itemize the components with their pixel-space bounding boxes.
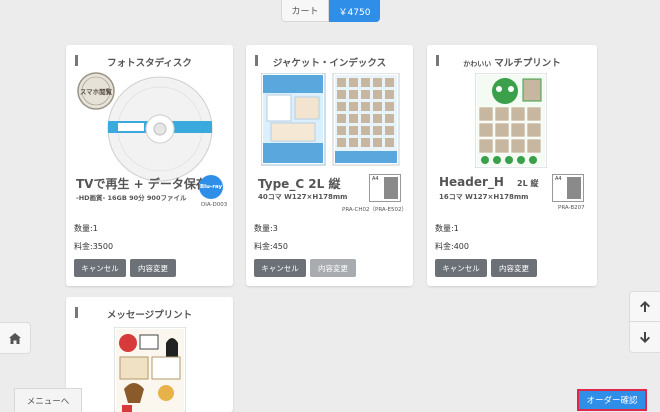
product-name: Header_H <box>439 175 504 189</box>
product-name: Type_C 2L 縦 <box>258 177 341 191</box>
order-card-jacket-index: ジャケット・インデックス Type_C 2L 縦 40コマ W127×H178m… <box>246 45 413 286</box>
home-button[interactable] <box>0 322 31 354</box>
home-icon <box>9 332 21 344</box>
cancel-button[interactable]: キャンセル <box>435 259 487 277</box>
paper-size-thumbnail: A4 <box>369 174 401 202</box>
card-title: ジャケット・インデックス <box>246 55 413 69</box>
smartphone-badge-label: スマホ閲覧 <box>80 87 113 96</box>
arrow-up-icon <box>640 301 650 312</box>
edit-content-button[interactable]: 内容変更 <box>130 259 176 277</box>
bluray-logo: Blu-ray <box>199 175 223 199</box>
cancel-button[interactable]: キャンセル <box>74 259 126 277</box>
product-code: PRA-B207 <box>558 205 585 211</box>
order-confirm-button[interactable]: オーダー確認 <box>577 389 647 411</box>
quantity: 数量:1 <box>74 224 98 233</box>
paper-size-label: A4 <box>555 176 562 182</box>
arrow-down-icon <box>640 331 650 343</box>
edit-content-button[interactable]: 内容変更 <box>310 259 356 277</box>
paper-size-label: A4 <box>372 176 379 182</box>
product-size: 2L 縦 <box>517 179 539 188</box>
disc-image: スマホ閲覧 <box>77 72 213 182</box>
price: 料金:3500 <box>74 242 114 251</box>
multi-print-preview-image <box>475 73 547 168</box>
scroll-down-button[interactable] <box>629 322 660 353</box>
product-name: TVで再生 + データ保存 <box>76 177 208 191</box>
product-spec: 16コマ W127×H178mm <box>439 193 529 201</box>
card-title: メッセージプリント <box>66 307 233 321</box>
scroll-up-button[interactable] <box>629 291 660 322</box>
price: 料金:450 <box>254 242 288 251</box>
cart-button[interactable]: カート <box>281 0 329 22</box>
order-card-multi-print: かわいい マルチプリント Header_H 2L 縦 16コマ W127×H178… <box>427 45 597 286</box>
quantity: 数量:1 <box>435 224 459 233</box>
menu-button[interactable]: メニューへ <box>14 388 82 412</box>
edit-content-button[interactable]: 内容変更 <box>491 259 537 277</box>
cancel-button[interactable]: キャンセル <box>254 259 306 277</box>
product-spec: 40コマ W127×H178mm <box>258 193 348 201</box>
message-print-preview-image <box>114 327 186 412</box>
paper-size-thumbnail: A4 <box>552 174 584 202</box>
quantity: 数量:3 <box>254 224 278 233</box>
total-price-button[interactable]: ￥4750 <box>329 0 380 22</box>
price: 料金:400 <box>435 242 469 251</box>
product-code: PRA-CH02（PRA-E502） <box>342 207 408 213</box>
card-title: フォトスタディスク <box>66 55 233 69</box>
card-title: かわいい マルチプリント <box>427 55 597 69</box>
order-card-photo-disc: フォトスタディスク スマホ閲覧 TVで再生 + データ保存 -HD画質- 16G… <box>66 45 233 286</box>
jacket-preview-image <box>261 73 400 166</box>
top-bar: カート ￥4750 <box>281 0 380 22</box>
order-card-message-print: メッセージプリント <box>66 297 233 412</box>
product-code: DIA-D003 <box>201 202 228 208</box>
product-spec: -HD画質- 16GB 90分 900ファイル <box>76 194 187 202</box>
